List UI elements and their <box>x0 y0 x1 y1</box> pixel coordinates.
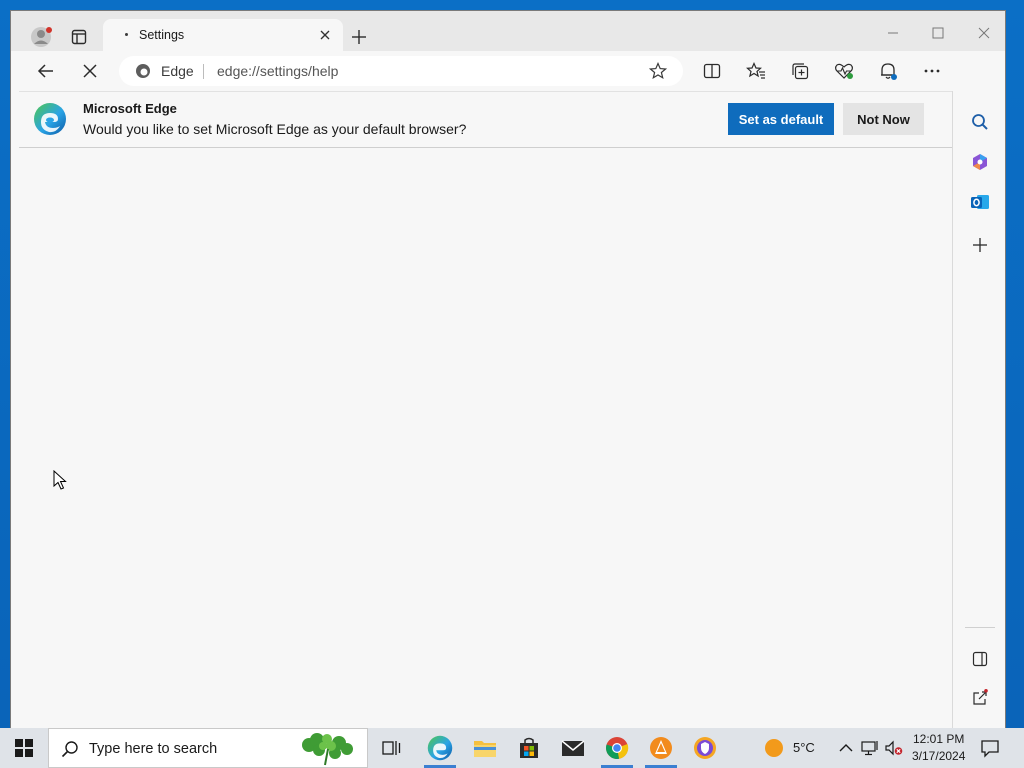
search-placeholder: Type here to search <box>89 741 218 757</box>
site-identity-label: Edge <box>161 63 194 79</box>
clock-date[interactable]: 3/17/2024 <box>912 749 965 763</box>
maximize-button[interactable] <box>928 23 948 43</box>
clock-time[interactable]: 12:01 PM <box>913 732 964 746</box>
action-center-icon <box>981 740 999 758</box>
weather-temperature[interactable]: 5°C <box>793 740 815 755</box>
tab-actions-button[interactable] <box>68 26 90 48</box>
sidebar-add-button[interactable] <box>967 232 993 258</box>
mail-icon <box>561 740 585 756</box>
url-text[interactable]: edge://settings/help <box>217 63 338 79</box>
window-close-button[interactable] <box>974 23 994 43</box>
tab-title: Settings <box>139 28 185 42</box>
favorites-icon <box>746 62 765 79</box>
tab-close-button[interactable] <box>318 28 332 42</box>
more-icon <box>924 69 940 73</box>
network-icon <box>861 741 878 756</box>
profile-icon <box>31 27 52 47</box>
minimize-button[interactable] <box>883 23 903 43</box>
taskbar-vlc-player[interactable] <box>639 728 683 768</box>
title-bar: Settings <box>11 11 1005 51</box>
back-icon <box>37 64 53 78</box>
mouse-cursor-icon <box>53 470 67 490</box>
new-tab-button[interactable] <box>349 27 369 47</box>
external-link-icon <box>973 689 988 705</box>
more-button[interactable] <box>921 60 943 82</box>
default-browser-infobar: Microsoft Edge Would you like to set Mic… <box>19 91 952 148</box>
weather-sun-icon[interactable] <box>765 739 783 757</box>
shamrock-highlight-icon <box>302 733 353 766</box>
edge-sidebar <box>953 51 1005 729</box>
task-view-icon <box>382 741 401 755</box>
volume-muted-icon <box>885 740 903 756</box>
tab-settings[interactable]: Settings <box>103 19 343 51</box>
stop-loading-icon <box>83 64 97 78</box>
media-player-icon <box>650 737 672 759</box>
taskbar-file-explorer[interactable] <box>463 728 507 768</box>
sidebar-copilot-button[interactable] <box>967 149 993 175</box>
address-bar[interactable]: Edge edge://settings/help <box>119 56 683 86</box>
profile-button[interactable] <box>29 24 55 50</box>
not-now-button[interactable]: Not Now <box>843 103 924 135</box>
plus-icon <box>352 30 366 44</box>
maximize-icon <box>932 27 944 39</box>
navigation-toolbar: Edge edge://settings/help <box>11 51 1005 91</box>
search-icon <box>61 741 78 758</box>
taskbar-google-chrome[interactable] <box>595 728 639 768</box>
microsoft-edge-icon <box>427 735 453 761</box>
tab-actions-icon <box>71 29 87 45</box>
sidebar-search-button[interactable] <box>967 109 993 135</box>
start-button[interactable] <box>0 728 48 768</box>
back-button[interactable] <box>35 60 57 82</box>
infobar-title: Microsoft Edge <box>83 101 177 116</box>
chrome-icon <box>606 737 629 759</box>
chevron-up-icon <box>839 744 853 752</box>
action-center-button[interactable] <box>980 738 1000 758</box>
close-icon <box>320 30 330 40</box>
close-icon <box>978 27 990 39</box>
taskbar-mail[interactable] <box>551 728 595 768</box>
copilot-icon <box>973 154 987 170</box>
hide-sidebar-button[interactable] <box>967 646 993 672</box>
file-explorer-icon <box>474 741 496 757</box>
address-separator <box>203 64 204 79</box>
browser-window: Settings Edge edge://settings/help Micro… <box>10 10 1006 730</box>
shield-app-icon <box>694 737 716 759</box>
microsoft-edge-logo-icon <box>34 103 66 135</box>
edge-icon <box>136 64 150 78</box>
hide-sidebar-icon <box>972 651 988 667</box>
page-content <box>19 148 952 729</box>
stop-loading-button[interactable] <box>79 60 101 82</box>
outlook-icon <box>971 195 989 209</box>
notifications-button[interactable] <box>877 60 899 82</box>
set-as-default-button[interactable]: Set as default <box>728 103 834 135</box>
show-hidden-icons-button[interactable] <box>837 739 855 757</box>
taskbar-microsoft-store[interactable] <box>507 728 551 768</box>
split-screen-button[interactable] <box>701 60 723 82</box>
infobar-message: Would you like to set Microsoft Edge as … <box>83 121 467 137</box>
collections-icon <box>792 63 809 80</box>
add-icon <box>973 238 987 252</box>
windows-logo-icon <box>15 739 33 757</box>
task-view-button[interactable] <box>370 728 414 768</box>
sidebar-separator <box>965 627 995 628</box>
collections-button[interactable] <box>789 60 811 82</box>
loading-favicon-icon <box>125 33 128 36</box>
split-screen-icon <box>703 63 721 79</box>
taskbar-search-box[interactable]: Type here to search <box>48 728 368 768</box>
taskbar-vpn-app[interactable] <box>683 728 727 768</box>
browser-essentials-button[interactable] <box>833 60 855 82</box>
notifications-icon <box>881 63 897 80</box>
open-in-window-button[interactable] <box>967 685 993 711</box>
add-favorite-star-icon[interactable] <box>649 62 667 80</box>
sidebar-outlook-button[interactable] <box>967 189 993 215</box>
browser-essentials-icon <box>835 63 853 79</box>
minimize-icon <box>888 32 898 34</box>
taskbar: Type here to search 5°C 12:01 PM 3/17/20… <box>0 728 1024 768</box>
volume-tray-button[interactable] <box>885 739 903 757</box>
favorites-button[interactable] <box>745 60 767 82</box>
taskbar-edge[interactable] <box>418 728 462 768</box>
search-icon <box>972 114 988 130</box>
microsoft-store-icon <box>520 737 538 758</box>
network-tray-button[interactable] <box>861 739 879 757</box>
